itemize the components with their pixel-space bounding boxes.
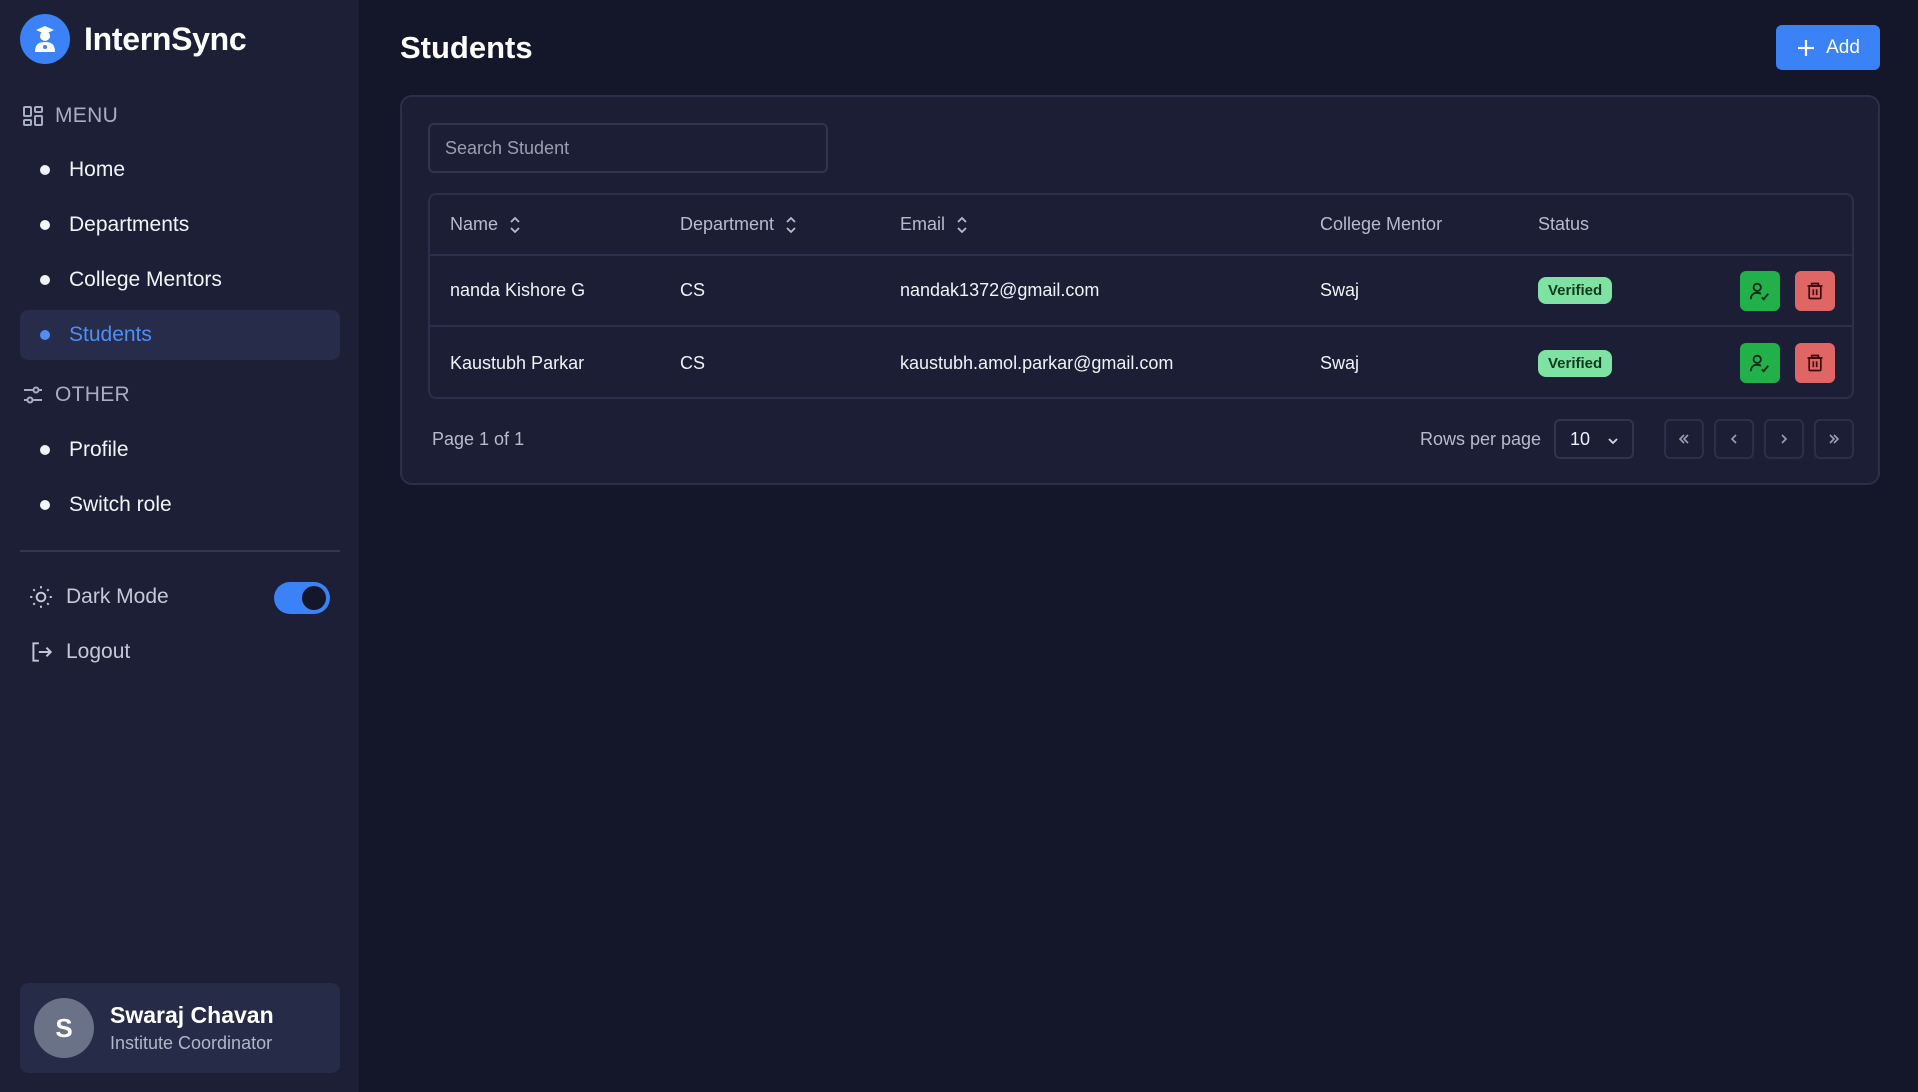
verify-button[interactable] <box>1740 270 1780 311</box>
column-label: Department <box>680 214 775 234</box>
cell-email: kaustubh.amol.parkar@gmail.com <box>900 352 1174 373</box>
cell-name: nanda Kishore G <box>450 280 586 300</box>
search-input[interactable] <box>428 123 828 173</box>
sidebar-item-college-mentors[interactable]: College Mentors <box>20 255 340 305</box>
dark-mode-label: Dark Mode <box>66 585 169 608</box>
cell-department: CS <box>680 280 706 300</box>
cell-email: nandak1372@gmail.com <box>900 280 1100 300</box>
user-name: Swaraj Chavan <box>110 1002 274 1028</box>
cell-name: Kaustubh Parkar <box>450 352 585 373</box>
menu-heading-label: MENU <box>55 104 119 127</box>
trash-icon <box>1807 354 1823 372</box>
column-header-email[interactable]: Email <box>900 195 969 254</box>
add-button-label: Add <box>1826 36 1860 58</box>
column-label: Email <box>900 214 946 234</box>
menu-heading: MENU <box>21 104 118 128</box>
last-page-button[interactable] <box>1814 419 1854 459</box>
cell-department: CS <box>680 352 706 373</box>
status-badge: Verified <box>1538 277 1613 304</box>
cell-mentor: Swaj <box>1320 280 1360 300</box>
logout-icon <box>32 642 53 662</box>
rows-per-page-value: 10 <box>1570 428 1591 449</box>
column-label: College Mentor <box>1320 214 1443 234</box>
page-indicator: Page 1 of 1 <box>432 429 525 449</box>
rows-per-page-select[interactable]: 10 <box>1554 419 1634 459</box>
sidebar-item-label: Students <box>69 323 152 346</box>
user-check-icon <box>1749 354 1769 373</box>
students-table: Name Department Email College Mentor Sta… <box>428 193 1854 399</box>
sidebar-item-label: Switch role <box>69 493 172 516</box>
student-icon <box>20 14 70 64</box>
column-label: Status <box>1538 214 1590 234</box>
add-button[interactable]: Add <box>1776 25 1880 70</box>
toggle-knob <box>302 586 326 610</box>
plus-icon <box>1798 39 1815 56</box>
bullet-icon <box>40 165 50 175</box>
sidebar-item-label: Profile <box>69 438 129 461</box>
bullet-icon <box>40 275 50 285</box>
bullet-icon <box>40 220 50 230</box>
sort-icon <box>510 216 520 233</box>
other-heading: OTHER <box>21 383 130 407</box>
delete-button[interactable] <box>1795 270 1835 311</box>
logout-label: Logout <box>66 640 131 663</box>
previous-page-button[interactable] <box>1714 419 1754 459</box>
trash-icon <box>1807 282 1823 299</box>
delete-button[interactable] <box>1795 343 1835 383</box>
sidebar-item-profile[interactable]: Profile <box>20 425 340 475</box>
sidebar-item-departments[interactable]: Departments <box>20 200 340 250</box>
next-page-button[interactable] <box>1764 419 1804 459</box>
column-label: Name <box>450 214 499 234</box>
table-row: Kaustubh Parkar CS kaustubh.amol.parkar@… <box>430 327 1852 397</box>
user-card[interactable]: S Swaraj Chavan Institute Coordinator <box>20 983 340 1073</box>
brand-name: InternSync <box>84 20 247 57</box>
chevron-down-icon <box>1608 438 1618 445</box>
students-card: Name Department Email College Mentor <box>400 95 1880 485</box>
brand[interactable]: InternSync <box>20 14 247 64</box>
bullet-icon <box>40 500 50 510</box>
sliders-icon <box>24 386 42 404</box>
sidebar-item-home[interactable]: Home <box>20 145 340 195</box>
column-header-name[interactable]: Name <box>450 195 522 254</box>
sun-icon <box>30 586 52 608</box>
sidebar: InternSync MENU Home Departments College… <box>0 0 359 1092</box>
chevrons-right-icon <box>1829 434 1840 444</box>
cell-status: Verified <box>1538 256 1613 325</box>
sidebar-divider <box>20 550 340 552</box>
first-page-button[interactable] <box>1664 419 1704 459</box>
sidebar-item-label: College Mentors <box>69 268 222 291</box>
sidebar-item-students[interactable]: Students <box>20 310 340 360</box>
user-meta: Swaraj Chavan Institute Coordinator <box>110 1002 274 1054</box>
bullet-icon <box>40 445 50 455</box>
table-row: nanda Kishore G CS nandak1372@gmail.com … <box>430 256 1852 327</box>
chevron-left-icon <box>1730 434 1737 444</box>
dark-mode-toggle[interactable] <box>274 582 330 614</box>
sidebar-item-label: Home <box>69 158 126 181</box>
sort-icon <box>957 216 967 233</box>
table-header: Name Department Email College Mentor Sta… <box>430 195 1852 256</box>
logout-button[interactable]: Logout <box>28 639 130 665</box>
other-heading-label: OTHER <box>55 383 130 406</box>
column-header-department[interactable]: Department <box>680 195 798 254</box>
column-header-college-mentor: College Mentor <box>1320 195 1442 254</box>
bullet-icon <box>40 330 50 340</box>
dark-mode-row: Dark Mode <box>28 584 169 610</box>
chevrons-left-icon <box>1678 434 1689 444</box>
chevron-right-icon <box>1781 434 1788 444</box>
grid-icon <box>23 106 43 126</box>
verify-button[interactable] <box>1740 343 1780 383</box>
user-role: Institute Coordinator <box>110 1033 273 1053</box>
page-title: Students <box>400 30 533 65</box>
cell-status: Verified <box>1538 327 1613 397</box>
user-check-icon <box>1749 282 1769 301</box>
sort-icon <box>786 216 796 233</box>
column-header-status: Status <box>1538 195 1589 254</box>
avatar: S <box>34 998 94 1058</box>
sidebar-item-switch-role[interactable]: Switch role <box>20 480 340 530</box>
status-badge: Verified <box>1538 349 1613 377</box>
sidebar-item-label: Departments <box>69 213 190 236</box>
cell-mentor: Swaj <box>1320 352 1360 373</box>
rows-per-page-label: Rows per page <box>1420 429 1542 449</box>
